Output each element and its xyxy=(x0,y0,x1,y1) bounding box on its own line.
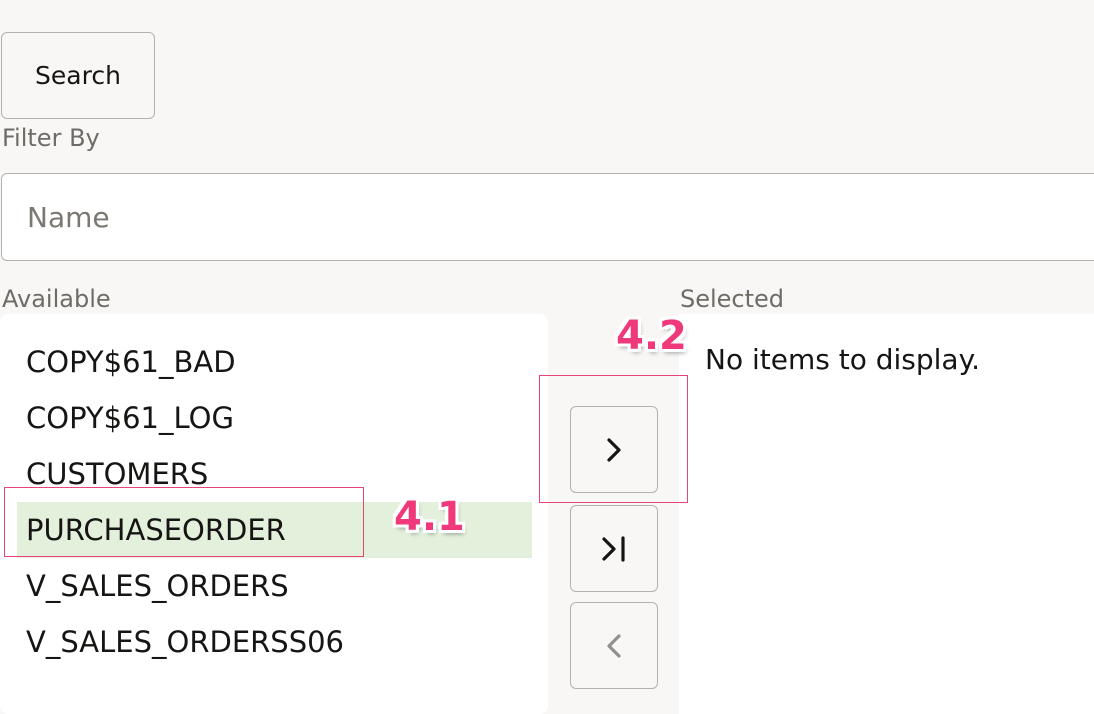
available-label: Available xyxy=(2,285,111,313)
filter-by-label: Filter By xyxy=(2,124,100,152)
chevron-right-icon xyxy=(607,437,621,462)
filter-name-input[interactable]: Name xyxy=(1,173,1094,261)
step-annotation-4-1: 4.1 xyxy=(394,494,465,540)
move-selected-button[interactable] xyxy=(570,406,658,493)
move-all-button[interactable] xyxy=(570,505,658,592)
list-item[interactable]: COPY$61_BAD xyxy=(17,334,532,390)
filter-placeholder: Name xyxy=(27,200,110,234)
list-item[interactable]: COPY$61_LOG xyxy=(17,390,532,446)
search-button[interactable]: Search xyxy=(1,32,155,119)
selected-label: Selected xyxy=(680,285,785,313)
step-annotation-4-2: 4.2 xyxy=(616,313,687,359)
empty-message: No items to display. xyxy=(705,343,981,376)
remove-selected-button[interactable] xyxy=(570,602,658,689)
available-list: COPY$61_BAD COPY$61_LOG CUSTOMERS PURCHA… xyxy=(0,314,548,714)
chevron-left-icon xyxy=(607,633,621,658)
list-item[interactable]: V_SALES_ORDERSS06 xyxy=(17,614,532,670)
list-item[interactable]: V_SALES_ORDERS xyxy=(17,558,532,614)
move-all-right-icon xyxy=(602,535,625,562)
